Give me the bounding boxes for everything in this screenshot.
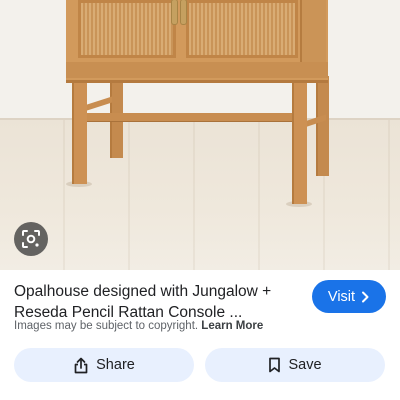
cabinet-leg bbox=[72, 76, 87, 184]
save-button[interactable]: Save bbox=[205, 348, 385, 382]
copyright-text: Images may be subject to copyright. bbox=[14, 320, 199, 332]
learn-more-link[interactable]: Learn More bbox=[201, 320, 263, 332]
save-button-label: Save bbox=[288, 357, 322, 373]
product-title-line1: Opalhouse designed with Jungalow + bbox=[14, 283, 272, 300]
chevron-right-icon bbox=[361, 291, 370, 303]
image-floor bbox=[0, 118, 400, 270]
cabinet-leg bbox=[316, 76, 329, 176]
cabinet-leg bbox=[292, 76, 307, 204]
lens-search-button[interactable] bbox=[14, 222, 48, 256]
product-title[interactable]: Opalhouse designed with Jungalow + Resed… bbox=[14, 281, 294, 323]
cabinet-handle bbox=[181, 0, 186, 24]
share-button[interactable]: Share bbox=[14, 348, 194, 382]
cabinet-side-panel bbox=[300, 0, 326, 62]
product-image[interactable] bbox=[0, 0, 400, 270]
cabinet-door-right bbox=[186, 0, 298, 58]
visit-button-label: Visit bbox=[327, 288, 356, 305]
visit-button[interactable]: Visit bbox=[312, 280, 386, 313]
lens-icon bbox=[21, 229, 41, 249]
copyright-notice: Images may be subject to copyright. Lear… bbox=[14, 320, 263, 332]
cabinet-handle bbox=[172, 0, 177, 24]
cabinet-stretcher bbox=[84, 113, 306, 122]
bookmark-icon bbox=[268, 357, 281, 373]
cabinet-rail bbox=[66, 62, 328, 78]
share-button-label: Share bbox=[96, 357, 135, 373]
cabinet-door-left bbox=[78, 0, 176, 58]
share-icon bbox=[73, 357, 89, 374]
